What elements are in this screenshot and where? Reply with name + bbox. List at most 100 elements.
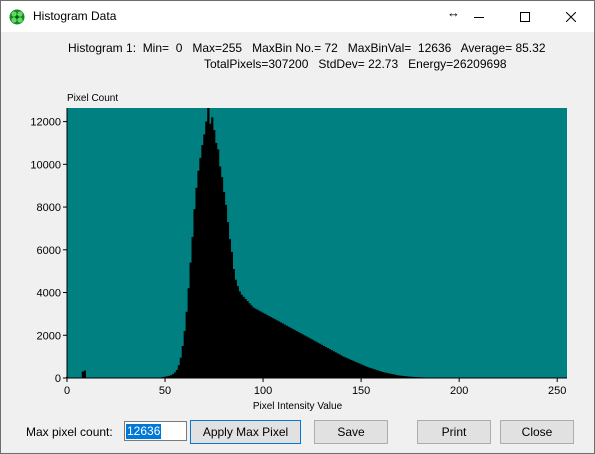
histogram-bar [299, 333, 302, 378]
x-tick-label: 50 [159, 385, 171, 397]
histogram-bar [193, 209, 196, 378]
histogram-bar [318, 343, 322, 378]
histogram-bar [236, 286, 239, 378]
histogram-bar [336, 353, 339, 378]
histogram-bar [248, 303, 251, 378]
max-pixel-count-value: 12636 [126, 424, 162, 439]
histogram-bar [309, 338, 312, 378]
histogram-bar [369, 368, 373, 378]
histogram-bar [173, 372, 177, 378]
x-tick-label: 150 [352, 385, 370, 397]
histogram-bar [285, 325, 288, 378]
histogram-bar [171, 374, 175, 378]
histogram-bar [254, 308, 257, 378]
histogram-bar [267, 316, 271, 378]
histogram-bar [375, 370, 379, 378]
histogram-bar [226, 222, 230, 378]
histogram-bar [240, 294, 243, 378]
apply-max-pixel-button[interactable]: Apply Max Pixel [190, 420, 301, 444]
histogram-bar [362, 365, 365, 378]
histogram-bar [246, 301, 249, 378]
close-button[interactable]: Close [500, 420, 574, 444]
histogram-bar [326, 348, 330, 378]
histogram-bar [195, 187, 198, 378]
histogram-bar [181, 345, 184, 378]
x-tick-label: 200 [450, 385, 468, 397]
histogram-bar [360, 364, 363, 378]
histogram-bar [201, 145, 204, 378]
histogram-bar [346, 358, 349, 378]
histogram-bar [215, 142, 218, 378]
y-tick-label: 6000 [37, 245, 61, 257]
histogram-bar [289, 327, 292, 378]
y-tick-label: 12000 [30, 117, 61, 129]
x-tick-label: 100 [254, 385, 272, 397]
minimize-icon[interactable] [456, 1, 502, 32]
histogram-bar [224, 204, 228, 378]
histogram-bar [179, 357, 182, 378]
plot-area [67, 108, 567, 378]
histogram-bar [175, 369, 179, 378]
histogram-bar [317, 342, 320, 378]
save-button[interactable]: Save [314, 420, 388, 444]
histogram-bar [367, 367, 371, 378]
histogram-bar [283, 324, 286, 378]
histogram-bar [356, 362, 359, 378]
maximize-icon[interactable] [502, 1, 548, 32]
print-button[interactable]: Print [417, 420, 491, 444]
histogram-bar [377, 370, 381, 378]
histogram-bar [189, 262, 192, 378]
histogram-bar [287, 326, 290, 378]
histogram-bar [350, 360, 353, 378]
histogram-bar [213, 130, 216, 378]
histogram-bar [238, 291, 241, 378]
histogram-bar [205, 121, 208, 378]
histogram-bar [311, 339, 314, 378]
window-title: Histogram Data [33, 9, 117, 23]
histogram-bar [352, 360, 355, 378]
histogram-bar [322, 345, 326, 378]
title-bar[interactable]: Histogram Data ↔ [1, 1, 594, 32]
histogram-bar [281, 323, 284, 378]
histogram-bar [393, 374, 396, 378]
histogram-bar [207, 108, 210, 378]
histogram-bar [328, 349, 332, 378]
histogram-bar [185, 311, 188, 378]
y-tick-label: 8000 [37, 202, 61, 214]
close-icon[interactable] [548, 1, 594, 32]
histogram-bar [269, 317, 273, 378]
histogram-bar [277, 321, 281, 378]
histogram-bar [303, 335, 306, 378]
histogram-bar [385, 372, 388, 378]
histogram-bar [232, 269, 235, 378]
histogram-bar [301, 334, 304, 378]
histogram-bar [324, 347, 328, 378]
histogram-bar [379, 371, 382, 378]
histogram-bar [344, 357, 347, 378]
histogram-bar [383, 372, 386, 378]
histogram-window: Histogram Data ↔ Histogram 1: Min= 0 Max… [0, 0, 595, 454]
histogram-bar [373, 369, 377, 378]
histogram-bar [83, 370, 86, 378]
max-pixel-count-input[interactable]: 12636 [124, 421, 187, 441]
histogram-bar [211, 117, 214, 378]
histogram-bar [258, 310, 261, 378]
histogram-bar [218, 166, 222, 378]
histogram-bar [342, 356, 345, 378]
histogram-bar [340, 355, 343, 378]
histogram-bar [315, 341, 318, 378]
histogram-bar [230, 251, 233, 378]
histogram-bar [273, 319, 277, 378]
histogram-bar [354, 361, 357, 378]
y-axis-label: Pixel Count [67, 93, 119, 104]
histogram-bar [81, 371, 84, 378]
histogram-bar [391, 374, 394, 378]
x-tick-label: 250 [548, 385, 566, 397]
histogram-bar [266, 314, 269, 378]
histogram-bar [348, 359, 351, 378]
x-tick-label: 0 [64, 385, 70, 397]
histogram-bar [271, 318, 275, 378]
histogram-bar [358, 363, 361, 378]
histogram-bar [307, 337, 310, 378]
histogram-bar [250, 305, 253, 378]
